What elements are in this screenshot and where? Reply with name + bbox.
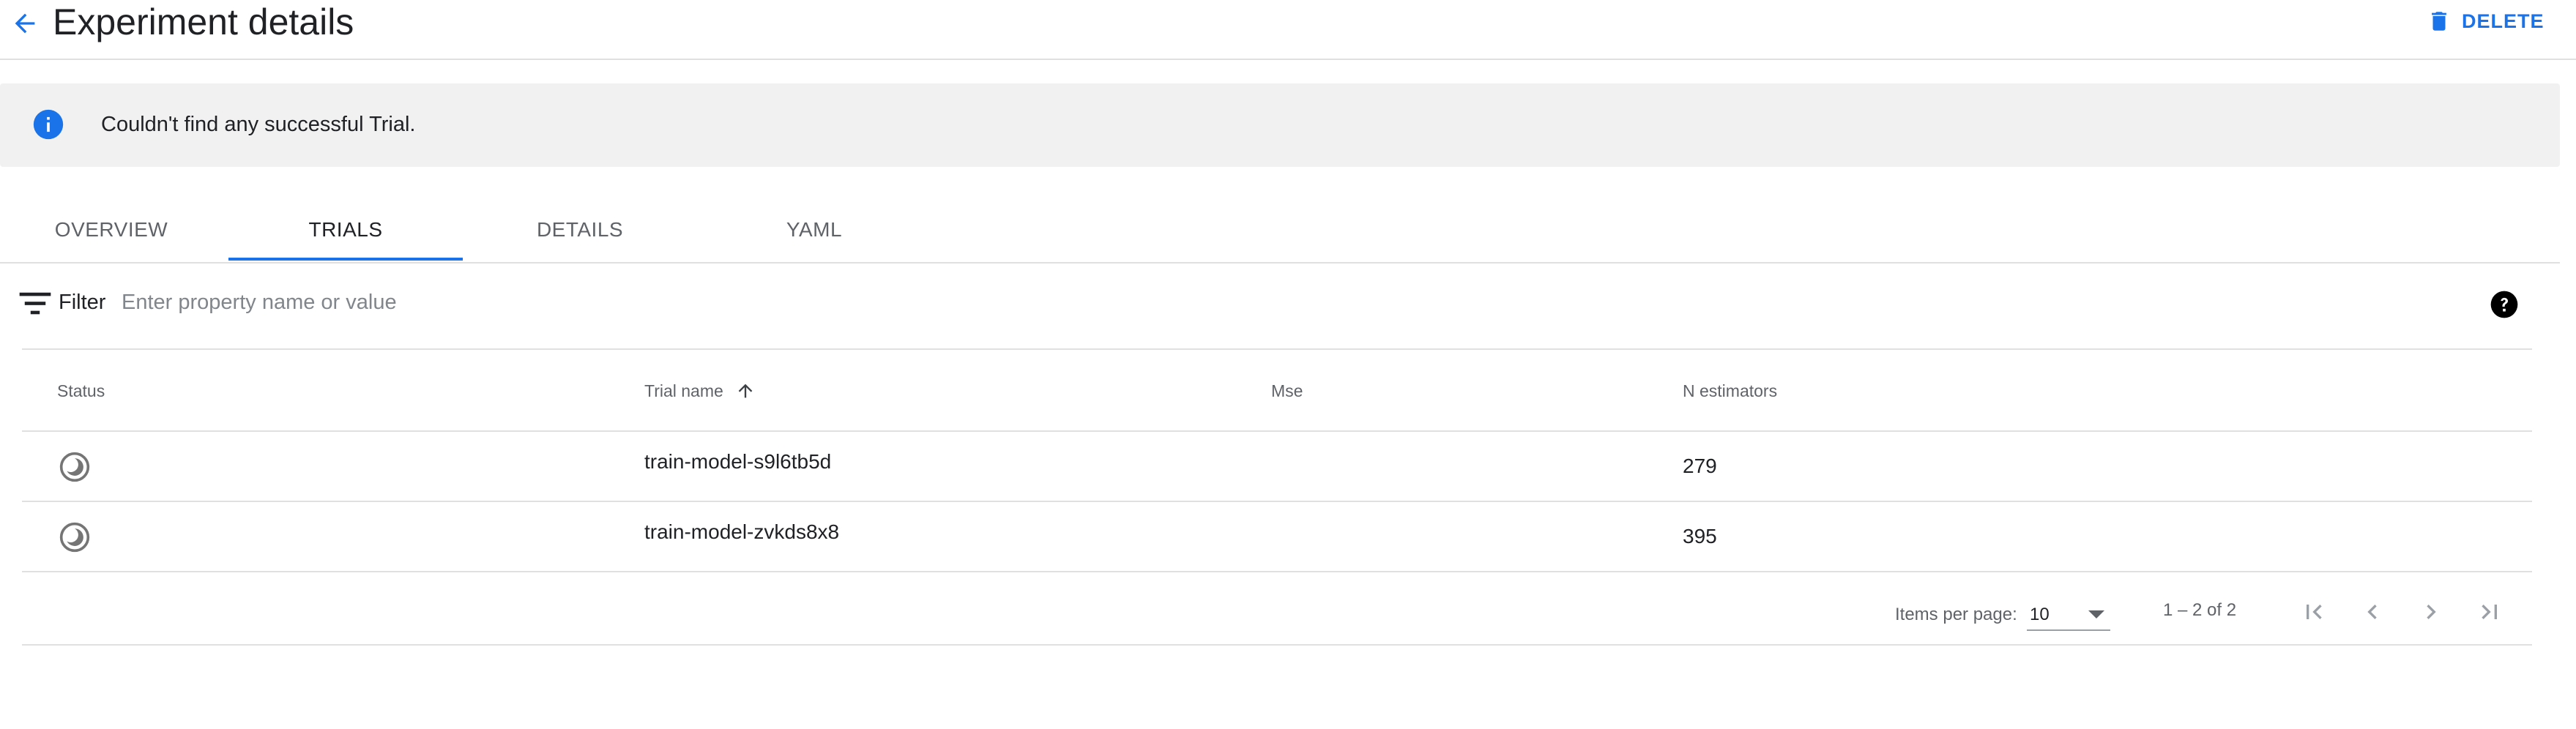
tab-details[interactable]: DETAILS (498, 198, 662, 262)
column-header-status[interactable]: Status (57, 381, 105, 401)
column-header-trial-name[interactable]: Trial name (644, 381, 723, 401)
row-divider (22, 501, 2532, 502)
tab-bar: OVERVIEW TRIALS DETAILS YAML (0, 198, 2560, 263)
header-divider (22, 430, 2532, 432)
page-header: Experiment details DELETE (0, 0, 2576, 60)
banner-message: Couldn't find any successful Trial. (101, 113, 416, 136)
page-size-value: 10 (2030, 605, 2050, 624)
running-status-icon (59, 452, 90, 482)
row-divider (22, 571, 2532, 572)
table-bottom-divider (22, 644, 2532, 646)
tab-overview-label: OVERVIEW (54, 218, 168, 241)
trash-icon (2432, 12, 2446, 31)
filter-list-icon[interactable] (19, 291, 51, 315)
chevron-down-icon[interactable] (2088, 610, 2104, 618)
arrow-left-icon (15, 13, 35, 34)
first-page-button[interactable] (2295, 593, 2333, 631)
filter-input[interactable] (122, 287, 1293, 318)
tab-trials-label: TRIALS (308, 218, 383, 241)
chevron-left-icon (2367, 605, 2377, 619)
previous-page-button[interactable] (2353, 593, 2391, 631)
page-title: Experiment details (53, 1, 354, 42)
chevron-right-icon (2427, 605, 2436, 619)
column-header-mse[interactable]: Mse (1271, 381, 1303, 401)
tab-trials[interactable]: TRIALS (228, 198, 463, 262)
column-header-n-estimators[interactable]: N estimators (1683, 381, 1777, 401)
next-page-button[interactable] (2412, 593, 2450, 631)
n-estimators-cell: 279 (1683, 455, 1717, 477)
n-estimators-cell: 395 (1683, 525, 1717, 547)
tab-yaml[interactable]: YAML (732, 198, 896, 262)
info-icon (33, 109, 64, 140)
back-button[interactable] (7, 6, 42, 41)
help-icon[interactable] (2490, 290, 2519, 319)
filter-label: Filter (59, 291, 106, 314)
tab-yaml-label: YAML (786, 218, 843, 241)
last-page-icon (2482, 605, 2497, 619)
delete-button[interactable]: DELETE (2427, 4, 2545, 38)
trial-name-cell[interactable]: train-model-zvkds8x8 (644, 520, 839, 545)
delete-label: DELETE (2462, 10, 2545, 32)
page-range-label: 1 – 2 of 2 (2163, 600, 2237, 620)
trial-name-cell[interactable]: train-model-s9l6tb5d (644, 449, 831, 474)
first-page-icon (2307, 605, 2322, 619)
arrow-up-icon[interactable] (735, 379, 756, 403)
tab-details-label: DETAILS (536, 218, 624, 241)
tab-overview[interactable]: OVERVIEW (29, 198, 193, 262)
table-top-divider (22, 348, 2532, 350)
items-per-page-label: Items per page: (1895, 605, 2017, 624)
active-tab-indicator (228, 258, 463, 261)
last-page-button[interactable] (2471, 593, 2509, 631)
running-status-icon (59, 522, 90, 553)
